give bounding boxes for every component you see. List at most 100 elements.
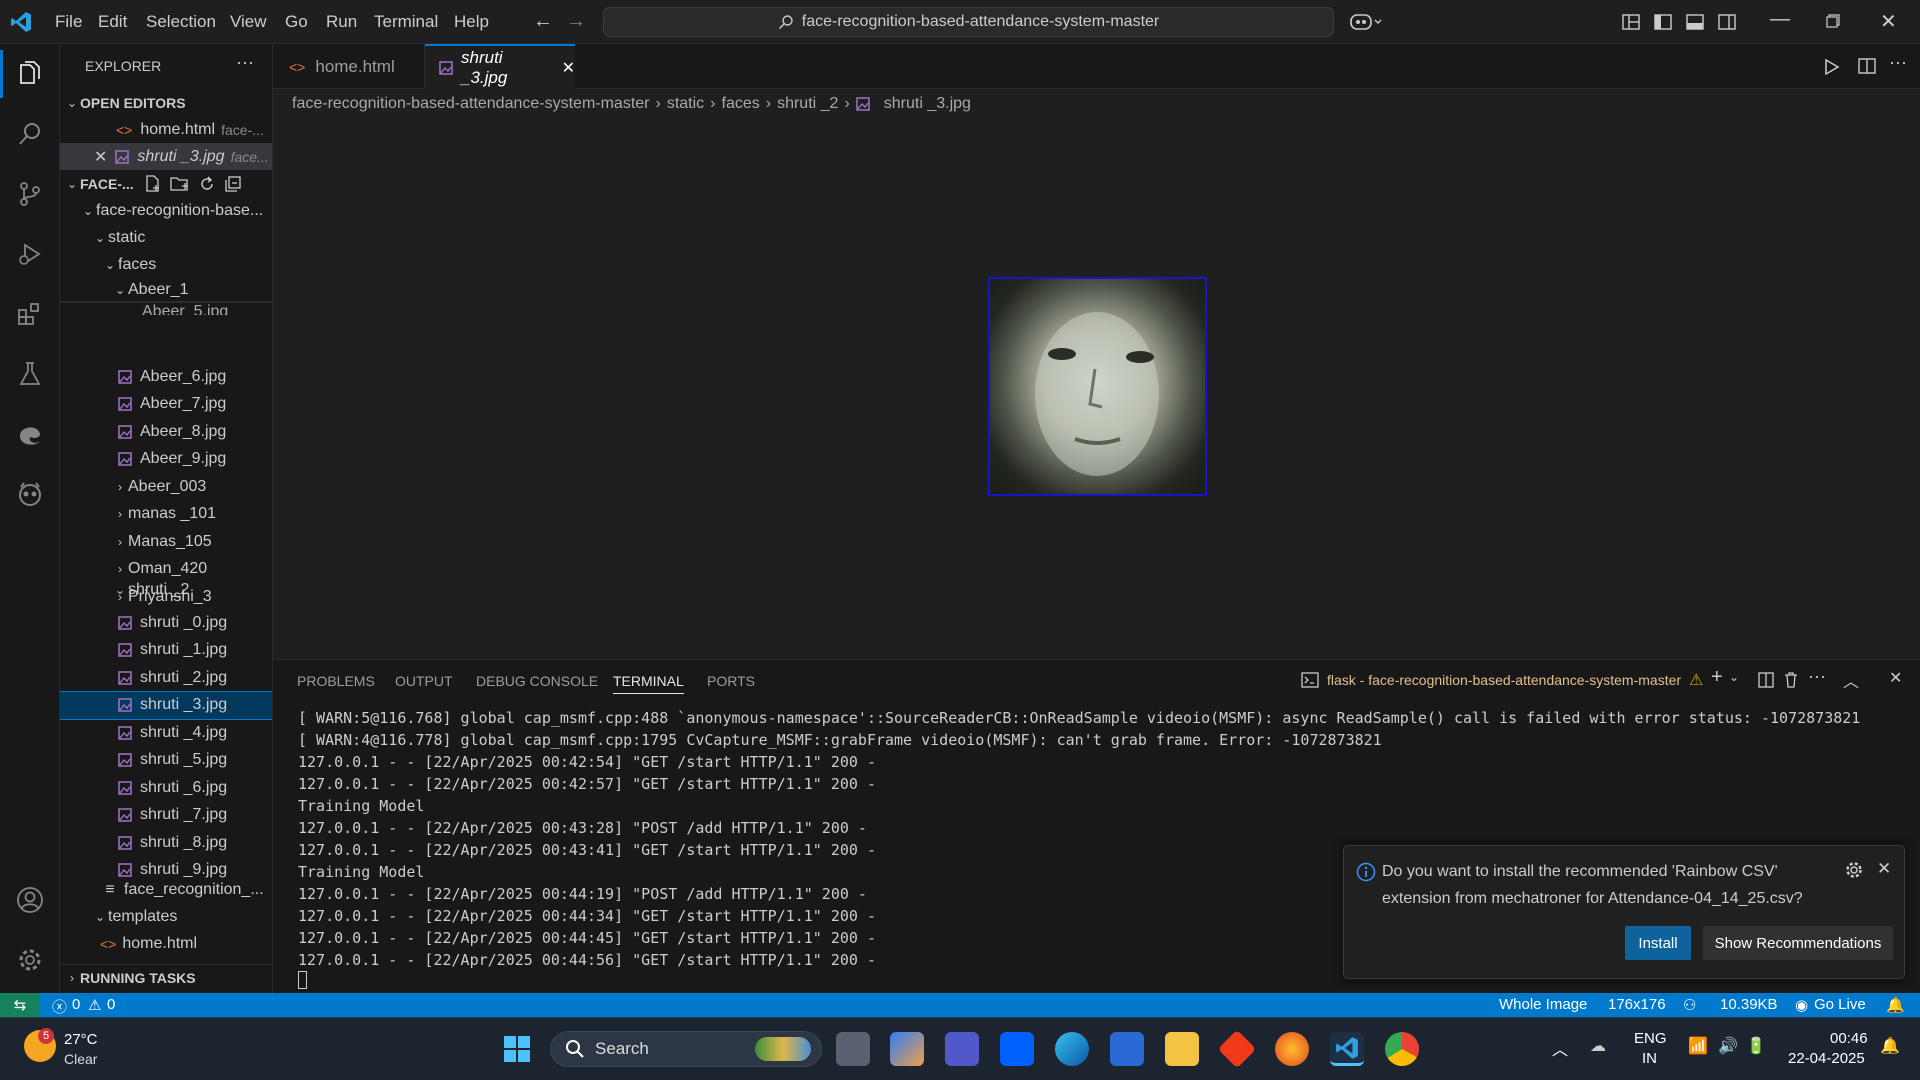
language-line2[interactable]: IN [1642, 1050, 1657, 1067]
menu-selection[interactable]: Selection [146, 12, 216, 32]
minimize-icon[interactable]: — [1770, 8, 1790, 31]
tree-file-shruti[interactable]: shruti _8.jpg [60, 829, 272, 856]
onedrive-icon[interactable]: ☁ [1590, 1036, 1606, 1056]
restore-icon[interactable] [1826, 14, 1840, 28]
edge-devtools-icon[interactable] [12, 416, 48, 452]
tab-ports[interactable]: PORTS [707, 673, 755, 689]
tab-home-html[interactable]: <> home.html [273, 44, 425, 89]
open-editors-header[interactable]: ⌄ OPEN EDITORS [60, 89, 272, 116]
command-center-search[interactable]: face-recognition-based-attendance-system… [603, 7, 1334, 37]
edge-icon[interactable] [1055, 1032, 1089, 1066]
zoom-mode[interactable]: Whole Image [1499, 996, 1587, 1013]
menu-help[interactable]: Help [454, 12, 489, 32]
live-share-icon[interactable] [12, 476, 48, 512]
running-tasks-header[interactable]: › RUNNING TASKS [60, 964, 272, 991]
gear-icon[interactable] [1844, 860, 1864, 880]
editor-more-actions-icon[interactable]: ··· [1889, 52, 1907, 73]
breadcrumb-static[interactable]: static [667, 95, 704, 113]
error-icon[interactable]: ⓧ [52, 996, 67, 1017]
menu-edit[interactable]: Edit [98, 12, 127, 32]
close-window-icon[interactable]: ✕ [1880, 9, 1897, 34]
windows-start-icon[interactable] [500, 1032, 534, 1066]
menu-run[interactable]: Run [326, 12, 357, 32]
warning-icon[interactable]: ⚠ [88, 996, 101, 1014]
toggle-panel-icon[interactable] [1686, 13, 1704, 31]
split-editor-icon[interactable] [1858, 57, 1876, 75]
tree-folder-collapsed[interactable]: › Manas_105 [60, 528, 272, 555]
show-hidden-icons[interactable]: ︿ [1552, 1036, 1568, 1060]
copilot-icon[interactable] [1350, 11, 1384, 33]
refresh-icon[interactable] [198, 175, 216, 193]
tree-file-shruti[interactable]: shruti _4.jpg [60, 719, 272, 746]
tree-file-abeer[interactable]: Abeer_9.jpg [60, 446, 272, 473]
forward-arrow-icon[interactable]: → [566, 10, 586, 33]
tree-folder-collapsed[interactable]: › manas _101 [60, 501, 272, 528]
explorer-icon[interactable] [12, 56, 48, 92]
source-control-icon[interactable] [12, 176, 48, 212]
tree-file-shruti[interactable]: shruti _1.jpg [60, 637, 272, 664]
tree-file-partial[interactable]: Abeer_5.jpg [60, 303, 272, 315]
tab-terminal[interactable]: TERMINAL [613, 673, 684, 694]
close-panel-icon[interactable]: ✕ [1889, 668, 1902, 688]
breadcrumb-faces[interactable]: faces [722, 95, 760, 113]
new-terminal-icon[interactable]: + [1711, 666, 1723, 689]
terminal-selector[interactable]: flask - face-recognition-based-attendanc… [1301, 670, 1703, 690]
tree-folder-shruti[interactable]: ⌄ shruti _2 [60, 576, 272, 603]
dropbox-icon[interactable] [1000, 1032, 1034, 1066]
breadcrumb-root[interactable]: face-recognition-based-attendance-system… [292, 95, 650, 113]
tree-folder-collapsed[interactable]: › Abeer_003 [60, 473, 272, 500]
microsoft-store-icon[interactable] [1110, 1032, 1144, 1066]
firefox-icon[interactable] [1275, 1032, 1309, 1066]
toggle-secondary-sidebar-icon[interactable] [1718, 13, 1736, 31]
tree-file-face-recognition[interactable]: ≡ face_recognition_... [60, 876, 272, 903]
trash-icon[interactable] [1783, 671, 1799, 689]
menu-view[interactable]: View [230, 12, 267, 32]
tree-file-shruti[interactable]: shruti _5.jpg [60, 747, 272, 774]
back-arrow-icon[interactable]: ← [533, 10, 553, 33]
open-editor-shruti[interactable]: ✕ shruti _3.jpg face... [60, 143, 272, 170]
battery-icon[interactable]: 🔋 [1746, 1036, 1766, 1056]
taskbar-search[interactable]: Search [550, 1031, 822, 1067]
tree-file-abeer[interactable]: Abeer_6.jpg [60, 363, 272, 390]
install-button[interactable]: Install [1625, 926, 1691, 960]
menu-file[interactable]: File [55, 12, 82, 32]
clock-date[interactable]: 22-04-2025 [1788, 1050, 1865, 1067]
account-icon[interactable] [12, 882, 48, 918]
chrome-icon[interactable] [1385, 1032, 1419, 1066]
tree-folder-templates[interactable]: ⌄ templates [60, 903, 272, 930]
tree-file-shruti[interactable]: shruti _7.jpg [60, 802, 272, 829]
breadcrumb-shruti[interactable]: shruti _2 [777, 95, 838, 113]
more-actions-icon[interactable]: ··· [236, 52, 254, 73]
task-view-icon[interactable] [836, 1032, 870, 1066]
clock-time[interactable]: 00:46 [1830, 1030, 1868, 1047]
tree-file-home[interactable]: <> home.html [60, 930, 272, 957]
remote-indicator[interactable]: ⇆ [0, 993, 40, 1017]
teams-icon[interactable] [945, 1032, 979, 1066]
settings-gear-icon[interactable] [12, 942, 48, 978]
panel-more-icon[interactable]: ··· [1808, 666, 1826, 687]
tree-file-abeer[interactable]: Abeer_8.jpg [60, 418, 272, 445]
tree-root-folder[interactable]: ⌄ face-recognition-base... [60, 197, 272, 224]
menu-terminal[interactable]: Terminal [374, 12, 438, 32]
tab-problems[interactable]: PROBLEMS [297, 673, 375, 689]
open-editor-home[interactable]: <> home.html face-... [60, 116, 272, 143]
tab-debug-console[interactable]: DEBUG CONSOLE [476, 673, 598, 689]
search-icon[interactable] [12, 116, 48, 152]
tree-folder-static[interactable]: ⌄ static [60, 224, 272, 251]
customize-layout-icon[interactable] [1622, 13, 1640, 31]
file-explorer-icon[interactable] [1165, 1032, 1199, 1066]
language-line1[interactable]: ENG [1634, 1030, 1667, 1047]
tab-shruti-jpg[interactable]: shruti _3.jpg ✕ [425, 44, 575, 89]
wifi-icon[interactable]: 📶 [1688, 1036, 1708, 1056]
close-editor-icon[interactable]: ✕ [94, 147, 107, 167]
folder-header[interactable]: ⌄ FACE-... [60, 170, 272, 197]
close-notification-icon[interactable]: ✕ [1877, 859, 1891, 879]
menu-go[interactable]: Go [285, 12, 308, 32]
anydesk-icon[interactable] [1217, 1029, 1257, 1069]
tree-file-shruti[interactable]: shruti _3.jpg [60, 690, 272, 720]
volume-icon[interactable]: 🔊 [1718, 1036, 1738, 1056]
tree-file-shruti[interactable]: shruti _2.jpg [60, 664, 272, 691]
split-terminal-icon[interactable] [1758, 672, 1774, 688]
toggle-sidebar-icon[interactable] [1654, 13, 1672, 31]
extensions-icon[interactable] [12, 296, 48, 332]
